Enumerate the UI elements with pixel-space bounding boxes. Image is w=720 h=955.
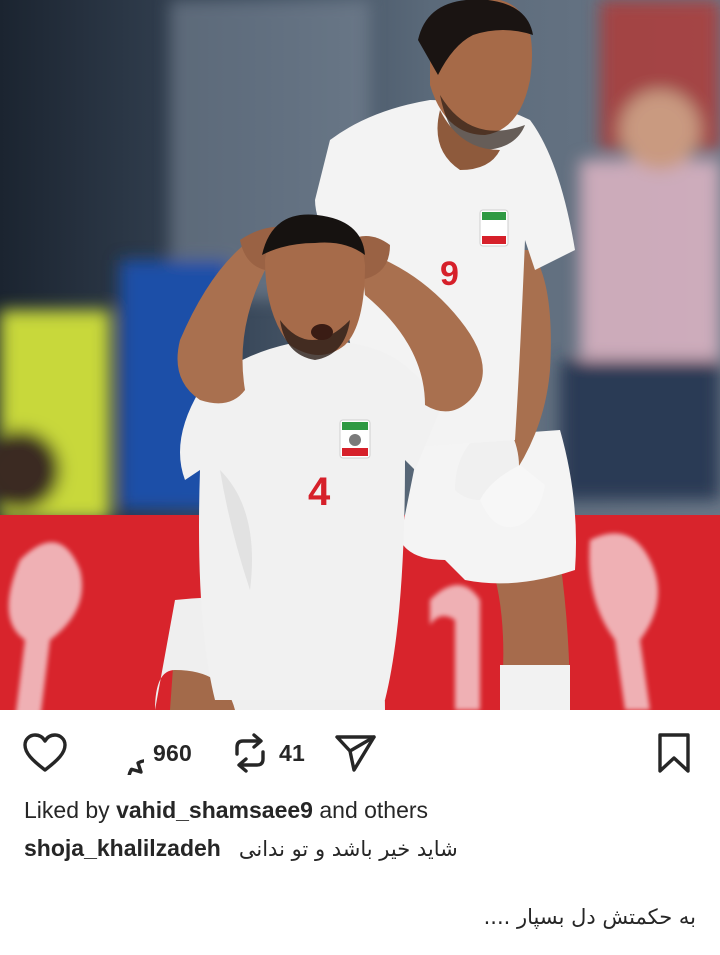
bookmark-icon: [656, 732, 692, 774]
front-player-number: 4: [308, 470, 331, 514]
save-button[interactable]: [656, 710, 692, 796]
comment-button[interactable]: 960: [100, 710, 192, 796]
caption-second-line: به حکمتش دل بسپار ....: [483, 905, 696, 929]
caption-text: شاید خیر باشد و تو ندانی: [238, 837, 458, 861]
post-photo[interactable]: 9 9 4: [0, 0, 720, 710]
repost-button[interactable]: 41: [230, 710, 305, 796]
comment-count: 960: [153, 739, 192, 766]
repost-count: 41: [279, 739, 305, 766]
like-button[interactable]: [22, 710, 68, 796]
send-icon: [333, 731, 377, 775]
share-button[interactable]: [333, 710, 377, 796]
heart-icon: [22, 732, 68, 774]
back-player-number: 9: [440, 255, 459, 293]
liked-by-user-link[interactable]: vahid_shamsaee9: [116, 797, 313, 823]
repost-icon: [230, 730, 270, 776]
likes-prefix: Liked by: [24, 797, 110, 823]
likes-suffix[interactable]: and others: [319, 797, 428, 823]
comment-icon: [100, 731, 144, 775]
post-actions-bar: 960 41: [0, 710, 720, 796]
caption-username-link[interactable]: shoja_khalilzadeh: [24, 835, 221, 861]
football-photo-illustration: 9 9 4: [0, 0, 720, 710]
caption: shoja_khalilzadeh شاید خیر باشد و تو ندان…: [24, 835, 458, 862]
likes-summary: Liked by vahid_shamsaee9 and others: [24, 797, 428, 824]
